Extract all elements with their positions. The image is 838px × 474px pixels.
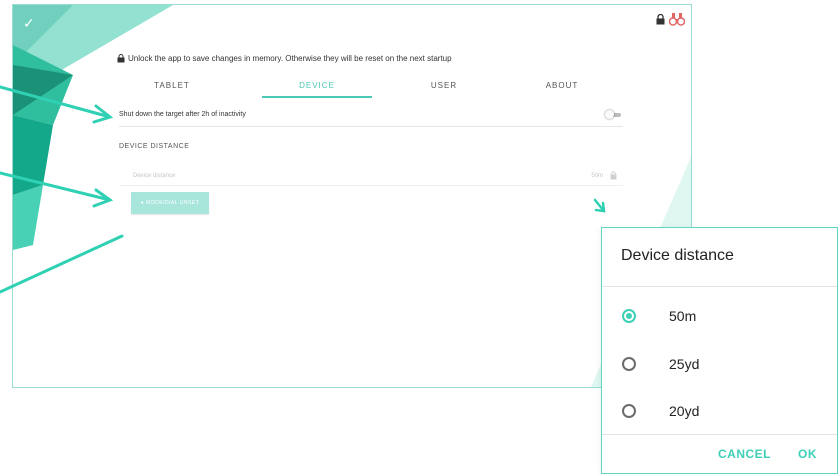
radio-selected-icon[interactable]	[622, 309, 636, 323]
status-icons	[656, 13, 685, 26]
cancel-button[interactable]: CANCEL	[718, 447, 771, 461]
app-screen: ✓ Unlock the app to save changes in memo…	[12, 4, 692, 388]
tab-device[interactable]: DEVICE	[262, 74, 372, 98]
shutdown-label: Shut down the target after 2h of inactiv…	[119, 111, 246, 118]
radio-icon[interactable]	[622, 404, 636, 418]
unlock-banner-text: Unlock the app to save changes in memory…	[128, 54, 452, 63]
lock-icon	[117, 54, 125, 63]
ok-button[interactable]: OK	[798, 447, 817, 461]
lock-icon[interactable]	[656, 14, 665, 25]
dialog-title: Device distance	[621, 247, 734, 264]
dialog-divider	[602, 434, 837, 435]
section-title-device-distance: DEVICE DISTANCE	[119, 143, 190, 150]
unlock-banner: Unlock the app to save changes in memory…	[117, 54, 452, 63]
option-label: 20yd	[669, 403, 700, 419]
device-distance-label: Device distance	[133, 173, 176, 179]
lock-icon	[610, 171, 617, 180]
device-distance-row[interactable]: Device distance 50m	[119, 169, 623, 186]
toggle-knob	[605, 110, 614, 119]
option-label: 50m	[669, 308, 697, 324]
option-50m[interactable]: 50m	[602, 301, 837, 349]
shutdown-toggle[interactable]	[605, 110, 623, 119]
tab-about[interactable]: ABOUT	[507, 74, 617, 98]
device-distance-value: 50m	[591, 173, 603, 179]
option-20yd[interactable]: 20yd	[602, 396, 837, 444]
unlock-mode-button[interactable]: ● MODE/DIAL UNSET	[131, 192, 209, 214]
option-25yd[interactable]: 25yd	[602, 349, 837, 397]
radio-icon[interactable]	[622, 357, 636, 371]
option-label: 25yd	[669, 356, 700, 372]
check-icon[interactable]: ✓	[23, 15, 35, 32]
dialog-divider	[602, 286, 837, 287]
device-distance-dialog: Device distance 50m 25yd 20yd CANCEL OK	[601, 227, 838, 474]
tab-user[interactable]: USER	[389, 74, 499, 98]
tab-tablet[interactable]: TABLET	[117, 74, 227, 98]
binoculars-icon[interactable]	[669, 13, 685, 26]
settings-tabs: TABLET DEVICE USER ABOUT	[117, 74, 617, 98]
shutdown-setting-row: Shut down the target after 2h of inactiv…	[119, 106, 623, 127]
